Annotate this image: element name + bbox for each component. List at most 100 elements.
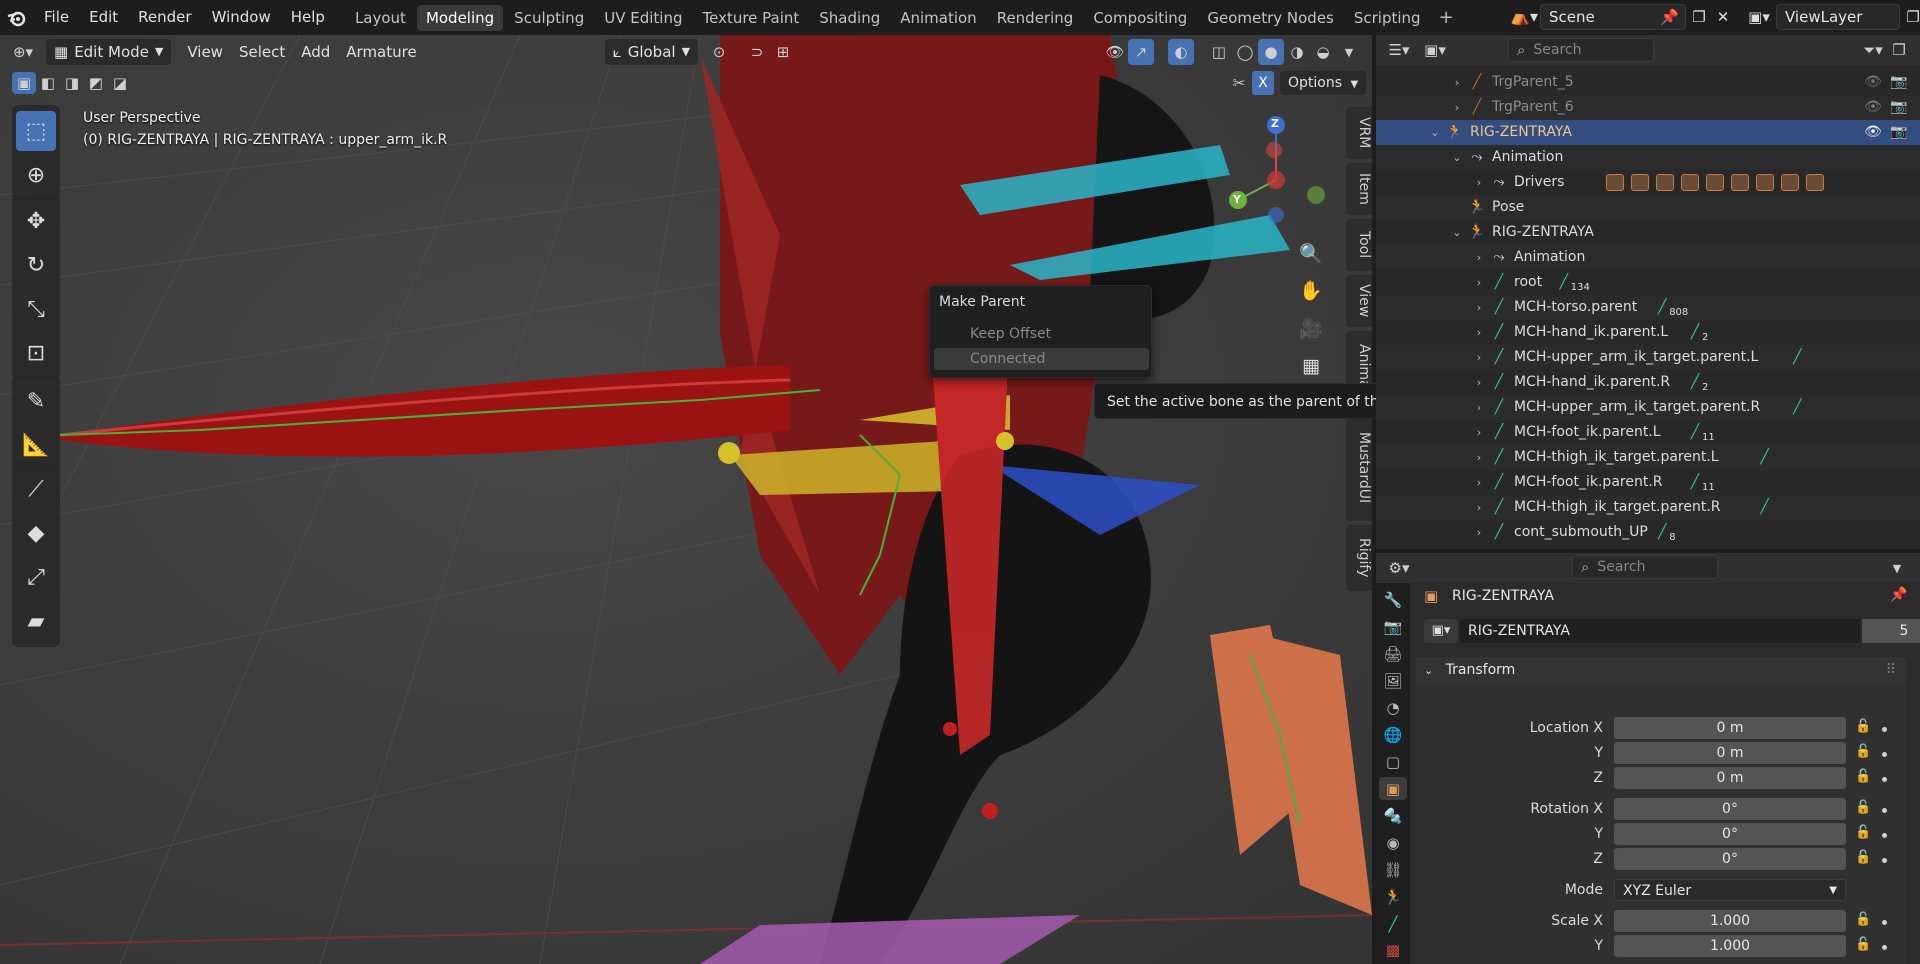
zoom-icon[interactable]: 🔍 (1293, 235, 1329, 271)
keyframe-dot-icon[interactable] (1882, 808, 1887, 813)
world-tab-icon[interactable]: 🌐 (1379, 724, 1407, 747)
render-camera-icon[interactable]: 📷 (1890, 120, 1908, 145)
editor-type-icon[interactable]: ⊕▾ (10, 39, 36, 65)
menu-render[interactable]: Render (128, 0, 201, 35)
options-dropdown[interactable]: Options ▼ (1280, 71, 1367, 95)
object-data-field[interactable]: RIG-ZENTRAYA (1460, 619, 1860, 643)
new-view-layer-icon[interactable]: ❐ (1900, 8, 1920, 26)
select-intersect-icon[interactable]: ◪ (108, 72, 132, 94)
tab-layout[interactable]: Layout (346, 5, 415, 31)
sidebar-tab-mustardui[interactable]: MustardUI (1346, 415, 1372, 521)
chevron-right-icon[interactable]: › (1472, 520, 1486, 545)
chevron-right-icon[interactable]: › (1472, 420, 1486, 445)
filter-icon[interactable]: ⏷▾ (1860, 37, 1886, 63)
driver-icon[interactable] (1606, 174, 1624, 191)
physics-tab-icon[interactable]: ◉ (1379, 831, 1407, 854)
x-mirror-button[interactable]: X (1252, 71, 1274, 95)
keyframe-dot-icon[interactable] (1882, 752, 1887, 757)
tab-rendering[interactable]: Rendering (988, 5, 1083, 31)
shading-material-icon[interactable]: ◑ (1284, 39, 1310, 65)
outliner-row[interactable]: › ⤳ Drivers (1376, 170, 1920, 195)
outliner-search[interactable]: ⌕ Search (1508, 38, 1654, 62)
3d-viewport[interactable]: ⊕▾ ▦ Edit Mode ▼ View Select Add Armatur… (0, 35, 1372, 964)
lock-icon[interactable]: 🔓 (1855, 800, 1871, 815)
armature-data-tab-icon[interactable]: 🏃 (1379, 885, 1407, 908)
visibility-eye-icon[interactable]: 👁 (1864, 70, 1882, 95)
driver-icon[interactable] (1781, 174, 1799, 191)
view-layer-tab-icon[interactable]: 🖼 (1379, 670, 1407, 693)
new-collection-icon[interactable]: ❐ (1886, 37, 1912, 63)
tab-texture-paint[interactable]: Texture Paint (693, 5, 808, 31)
lock-icon[interactable]: 🔓 (1855, 825, 1871, 840)
output-tab-icon[interactable]: 🖨 (1379, 643, 1407, 666)
add-workspace-icon[interactable]: + (1431, 7, 1462, 28)
sidebar-tab-view[interactable]: View (1346, 275, 1372, 327)
texture-tab-icon[interactable]: ▩ (1379, 939, 1407, 962)
chevron-right-icon[interactable]: › (1472, 245, 1486, 270)
visibility-eye-icon[interactable]: 👁 (1864, 120, 1882, 145)
camera-icon[interactable]: 🎥 (1293, 310, 1329, 346)
pin-icon[interactable]: 📌 (1660, 5, 1679, 29)
keep-offset-item[interactable]: Keep Offset (934, 323, 1149, 345)
chevron-right-icon[interactable]: › (1472, 320, 1486, 345)
driver-icon[interactable] (1656, 174, 1674, 191)
tool-settings-icon[interactable]: ✂ (1226, 71, 1252, 95)
menu-window[interactable]: Window (202, 0, 281, 35)
transform-icon[interactable]: ⊡ (16, 333, 56, 373)
scene-tab-icon[interactable]: ◔ (1379, 697, 1407, 720)
object-tab-icon[interactable]: ▣ (1379, 777, 1407, 801)
envelope-icon[interactable]: ▰ (16, 601, 56, 641)
tab-shading[interactable]: Shading (810, 5, 889, 31)
lock-icon[interactable]: 🔓 (1855, 719, 1871, 734)
shading-wireframe-icon[interactable]: ◯ (1232, 39, 1258, 65)
transform-panel-header[interactable]: ⌄ Transform ⠿ (1416, 657, 1906, 683)
keyframe-dot-icon[interactable] (1882, 833, 1887, 838)
overlay-toggle-icon[interactable]: ◐ (1168, 39, 1194, 65)
outliner-row[interactable]: › ╱ MCH-foot_ik.parent.L 11 ╱ (1376, 420, 1920, 445)
outliner-row[interactable]: › ╱ MCH-thigh_ik_target.parent.R ╱ (1376, 495, 1920, 520)
select-new-icon[interactable]: ▣ (12, 72, 36, 94)
location-x-field[interactable]: 0 m (1614, 717, 1846, 739)
new-scene-icon[interactable]: ❐ (1686, 8, 1712, 26)
cursor-icon[interactable]: ⊕ (16, 155, 56, 195)
outliner-row[interactable]: › ⤳ Animation (1376, 245, 1920, 270)
chevron-right-icon[interactable]: › (1472, 470, 1486, 495)
outliner-row[interactable]: ⌄ ⤳ Animation (1376, 145, 1920, 170)
gizmo-toggle-icon[interactable]: ↗ (1128, 39, 1154, 65)
chevron-right-icon[interactable]: › (1472, 270, 1486, 295)
menu-armature[interactable]: Armature (338, 39, 424, 65)
render-camera-icon[interactable]: 📷 (1890, 70, 1908, 95)
menu-add[interactable]: Add (293, 39, 338, 65)
rotation-x-field[interactable]: 0° (1614, 798, 1846, 820)
location-z-field[interactable]: 0 m (1614, 767, 1846, 789)
visibility-eye-icon[interactable]: 👁 (1864, 95, 1882, 120)
object-type-icon[interactable]: ▣▾ (1424, 619, 1458, 643)
rotation-z-field[interactable]: 0° (1614, 848, 1846, 870)
chevron-down-icon[interactable]: ▼ (1336, 39, 1362, 65)
chevron-right-icon[interactable]: › (1472, 170, 1486, 195)
ortho-grid-icon[interactable]: ▦ (1293, 348, 1329, 384)
render-camera-icon[interactable]: 📷 (1890, 95, 1908, 120)
tab-sculpting[interactable]: Sculpting (505, 5, 593, 31)
drag-handle-icon[interactable]: ⠿ (1886, 657, 1896, 683)
outliner-row[interactable]: 🏃 Pose (1376, 195, 1920, 220)
collection-tab-icon[interactable]: ▢ (1379, 751, 1407, 774)
outliner-row[interactable]: › ╱ TrgParent_5 👁 📷 (1376, 70, 1920, 95)
pin-icon[interactable]: 📌 (1890, 587, 1907, 603)
outliner-row[interactable]: › ╱ MCH-hand_ik.parent.R 2 ╱ (1376, 370, 1920, 395)
driver-icon[interactable] (1756, 174, 1774, 191)
driver-icon[interactable] (1681, 174, 1699, 191)
outliner-row[interactable]: › ╱ TrgParent_6 👁 📷 (1376, 95, 1920, 120)
select-extend-icon[interactable]: ◧ (36, 72, 60, 94)
lock-icon[interactable]: 🔓 (1855, 850, 1871, 865)
menu-help[interactable]: Help (281, 0, 335, 35)
sidebar-tab-rigify[interactable]: Rigify (1346, 525, 1372, 591)
driver-icon[interactable] (1731, 174, 1749, 191)
outliner-row[interactable]: ⌄ 🏃 RIG-ZENTRAYA 👁 📷 (1376, 120, 1920, 145)
extrude-bone-icon[interactable]: ⤢ (16, 557, 56, 597)
outliner-row[interactable]: › ╱ root 134 ╱ (1376, 270, 1920, 295)
tool-tab-icon[interactable]: 🔧 (1379, 589, 1407, 612)
tab-compositing[interactable]: Compositing (1084, 5, 1196, 31)
chevron-right-icon[interactable]: › (1450, 95, 1464, 120)
users-count[interactable]: 5 (1862, 619, 1920, 643)
